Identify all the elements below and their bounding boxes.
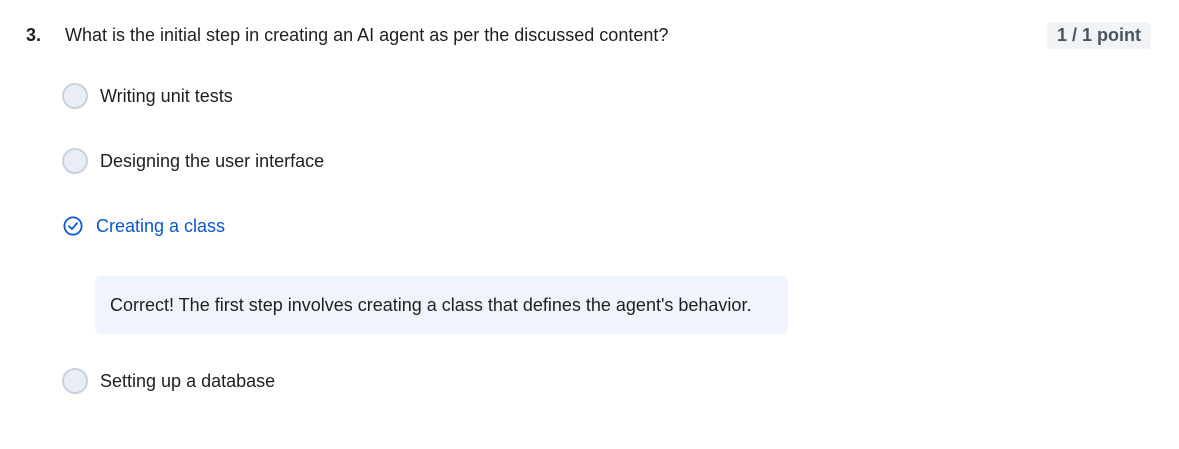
points-badge: 1 / 1 point xyxy=(1047,22,1151,49)
radio-button[interactable] xyxy=(62,83,88,109)
radio-button[interactable] xyxy=(62,368,88,394)
radio-button[interactable] xyxy=(62,148,88,174)
option-setting-up-database[interactable]: Setting up a database xyxy=(62,366,275,396)
option-writing-unit-tests[interactable]: Writing unit tests xyxy=(62,81,233,111)
option-designing-ui[interactable]: Designing the user interface xyxy=(62,146,324,176)
option-label: Writing unit tests xyxy=(100,85,233,106)
question-number: 3. xyxy=(26,25,42,45)
question-text: What is the initial step in creating an … xyxy=(65,25,669,45)
option-label: Creating a class xyxy=(96,215,226,236)
feedback-message: Correct! The first step involves creatin… xyxy=(95,276,788,334)
check-circle-icon xyxy=(63,216,83,236)
option-creating-a-class[interactable]: Creating a class xyxy=(62,211,225,241)
option-label: Designing the user interface xyxy=(100,150,325,171)
option-label: Setting up a database xyxy=(100,370,276,391)
